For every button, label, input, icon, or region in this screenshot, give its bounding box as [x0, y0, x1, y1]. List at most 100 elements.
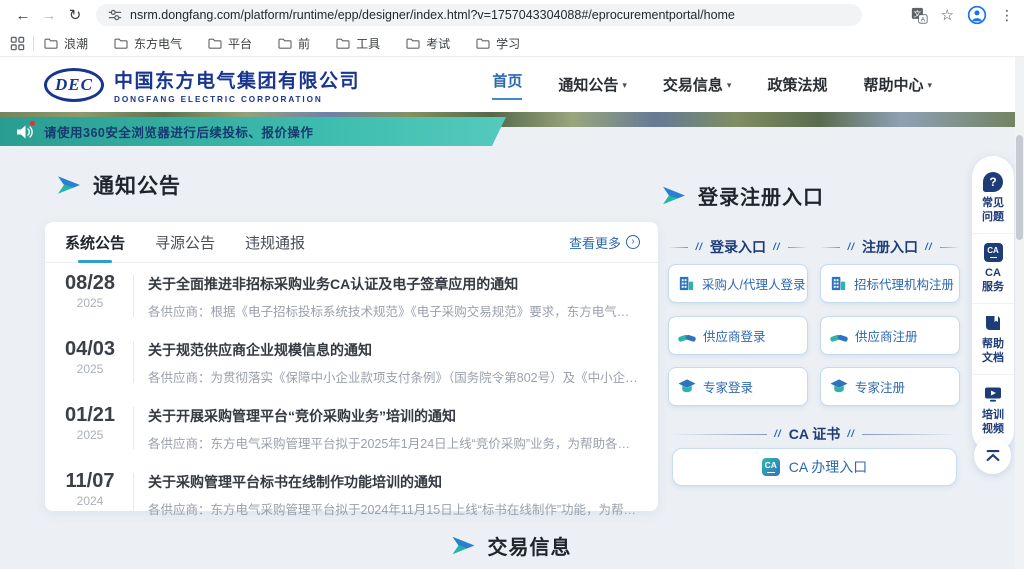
browser-menu-icon[interactable]: ⋮ — [1000, 7, 1014, 24]
bookmark-folder[interactable]: 浪潮 — [44, 35, 88, 52]
bookmark-label: 考试 — [426, 35, 450, 52]
notices-section-title: 通知公告 — [93, 170, 181, 200]
button-label: 供应商登录 — [703, 326, 766, 345]
help-docs-menu-item[interactable]: 帮助文档 — [972, 303, 1014, 374]
bookmark-folder[interactable]: 东方电气 — [114, 35, 182, 52]
notice-title[interactable]: 关于规范供应商企业规模信息的通知 — [148, 340, 640, 360]
notice-text: 关于规范供应商企业规模信息的通知 各供应商：为贯彻落实《保障中小企业款项支付条例… — [148, 338, 640, 386]
ribbon-text: 请使用360安全浏览器进行后续投标、报价操作 — [44, 122, 313, 141]
decorative-line — [940, 247, 960, 248]
notice-title[interactable]: 关于采购管理平台标书在线制作功能培训的通知 — [148, 472, 640, 492]
bookmark-folder[interactable]: 学习 — [476, 35, 520, 52]
notice-list-item[interactable]: 11/07 2024 关于采购管理平台标书在线制作功能培训的通知 各供应商：东方… — [45, 461, 658, 527]
notice-text: 关于采购管理平台标书在线制作功能培训的通知 各供应商：东方电气采购管理平台拟于2… — [148, 470, 640, 518]
notice-date: 08/28 2025 — [57, 272, 123, 310]
notice-text: 关于开展采购管理平台“竞价采购业务”培训的通知 各供应商：东方电气采购管理平台拟… — [148, 404, 640, 452]
chevron-down-icon: ▾ — [622, 80, 627, 91]
nav-label: 帮助中心 — [863, 74, 923, 95]
nav-label: 交易信息 — [663, 74, 723, 95]
supplier-login-button[interactable]: 供应商登录 — [668, 316, 808, 355]
decorative-slashes: // — [925, 242, 933, 253]
expert-login-button[interactable]: 专家登录 — [668, 367, 808, 406]
nav-item-home[interactable]: 首页 — [492, 70, 522, 100]
chevron-down-icon: ▾ — [927, 80, 932, 91]
page: ← → ↻ nsrm.dongfang.com/platform/runtime… — [0, 0, 1024, 569]
bookmark-folder[interactable]: 平台 — [208, 35, 252, 52]
tab-violation-reports[interactable]: 违规通报 — [245, 222, 305, 263]
bookmark-star-icon[interactable]: ☆ — [941, 6, 954, 24]
company-name: 中国东方电气集团有限公司 DONGFANG ELECTRIC CORPORATI… — [114, 66, 360, 104]
url-text[interactable]: nsrm.dongfang.com/platform/runtime/epp/d… — [130, 8, 735, 22]
folder-icon — [208, 37, 222, 49]
bidding-agency-register-button[interactable]: 招标代理机构注册 — [820, 264, 960, 303]
nav-item-trade-info[interactable]: 交易信息 ▾ — [663, 74, 732, 95]
bookmark-folder[interactable]: 工具 — [336, 35, 380, 52]
divider — [133, 473, 134, 515]
floating-side-menu: ? 常见问题 CA CA服务 帮助文档 培训视频 — [972, 156, 1014, 452]
company-logo[interactable]: DEC 中国东方电气集团有限公司 DONGFANG ELECTRIC CORPO… — [44, 66, 360, 104]
reload-icon[interactable]: ↻ — [62, 6, 88, 24]
scrollbar-thumb[interactable] — [1016, 135, 1023, 240]
ca-apply-button[interactable]: CA CA 办理入口 — [672, 448, 957, 486]
back-icon[interactable]: ← — [10, 7, 36, 24]
back-to-top-button[interactable] — [974, 437, 1011, 474]
training-videos-menu-item[interactable]: 培训视频 — [972, 374, 1014, 445]
login-section-title: 登录注册入口 — [698, 181, 824, 210]
notice-date-year: 2025 — [57, 428, 123, 442]
ca-service-menu-item[interactable]: CA CA服务 — [972, 233, 1014, 303]
site-header: DEC 中国东方电气集团有限公司 DONGFANG ELECTRIC CORPO… — [0, 57, 1024, 112]
notice-summary: 各供应商：根据《电子招标投标系统技术规范》《电子采购交易规范》要求，东方电气采购… — [148, 301, 640, 320]
bookmark-folder[interactable]: 考试 — [406, 35, 450, 52]
folder-icon — [476, 37, 490, 49]
book-icon — [983, 313, 1003, 333]
nav-label: 政策法规 — [767, 74, 827, 95]
notice-list-item[interactable]: 08/28 2025 关于全面推进非招标采购业务CA认证及电子签章应用的通知 各… — [45, 263, 658, 329]
notice-date: 01/21 2025 — [57, 404, 123, 442]
nav-item-notices[interactable]: 通知公告 ▾ — [558, 74, 627, 95]
video-icon — [983, 384, 1003, 404]
nav-item-policies[interactable]: 政策法规 — [767, 74, 827, 95]
ca-badge-text: CA — [765, 461, 777, 470]
faq-label: 常见问题 — [981, 196, 1005, 224]
nav-item-help-center[interactable]: 帮助中心 ▾ — [863, 74, 932, 95]
ca-certificate-header: // CA 证书 // — [672, 424, 957, 444]
nav-label: 首页 — [492, 70, 522, 100]
browser-toolbar: ← → ↻ nsrm.dongfang.com/platform/runtime… — [0, 0, 1024, 30]
trade-section-title: 交易信息 — [488, 531, 572, 560]
notice-list-item[interactable]: 01/21 2025 关于开展采购管理平台“竞价采购业务”培训的通知 各供应商：… — [45, 395, 658, 461]
decorative-slashes: // — [847, 429, 855, 440]
trade-section-header: 交易信息 — [453, 531, 572, 560]
view-more-link[interactable]: 查看更多 › — [569, 233, 640, 252]
site-settings-icon[interactable] — [108, 8, 122, 22]
handshake-icon — [829, 327, 849, 345]
login-section-header: 登录注册入口 — [663, 181, 824, 210]
section-arrow-icon — [663, 186, 685, 206]
translate-icon[interactable]: 文A — [911, 7, 928, 24]
expert-register-button[interactable]: 专家注册 — [820, 367, 960, 406]
address-bar[interactable]: nsrm.dongfang.com/platform/runtime/epp/d… — [96, 4, 862, 26]
notice-title[interactable]: 关于开展采购管理平台“竞价采购业务”培训的通知 — [148, 406, 640, 426]
notice-title[interactable]: 关于全面推进非招标采购业务CA认证及电子签章应用的通知 — [148, 274, 640, 294]
supplier-register-button[interactable]: 供应商注册 — [820, 316, 960, 355]
tab-system-notices[interactable]: 系统公告 — [65, 222, 125, 263]
forward-icon[interactable]: → — [36, 7, 62, 24]
profile-avatar-icon[interactable] — [967, 5, 987, 25]
training-videos-label: 培训视频 — [981, 408, 1005, 436]
view-more-label: 查看更多 — [569, 233, 621, 252]
button-label: 采购人/代理人登录 — [702, 274, 805, 293]
tab-sourcing-notices[interactable]: 寻源公告 — [155, 222, 215, 263]
ca-button-label: CA 办理入口 — [789, 457, 868, 477]
bookmark-folder[interactable]: 前 — [278, 35, 310, 52]
decorative-slashes: // — [774, 429, 782, 440]
speaker-icon — [16, 124, 34, 140]
notice-list-item[interactable]: 04/03 2025 关于规范供应商企业规模信息的通知 各供应商：为贯彻落实《保… — [45, 329, 658, 395]
decorative-line — [820, 247, 840, 248]
buyer-agent-login-button[interactable]: 采购人/代理人登录 — [668, 264, 808, 303]
apps-grid-icon[interactable] — [10, 36, 25, 51]
divider — [133, 275, 134, 317]
ca-badge-bar — [767, 472, 775, 474]
ca-service-label: CA服务 — [981, 266, 1005, 294]
faq-menu-item[interactable]: ? 常见问题 — [972, 163, 1014, 233]
question-icon: ? — [983, 172, 1003, 192]
register-column-label: 注册入口 — [862, 237, 918, 257]
